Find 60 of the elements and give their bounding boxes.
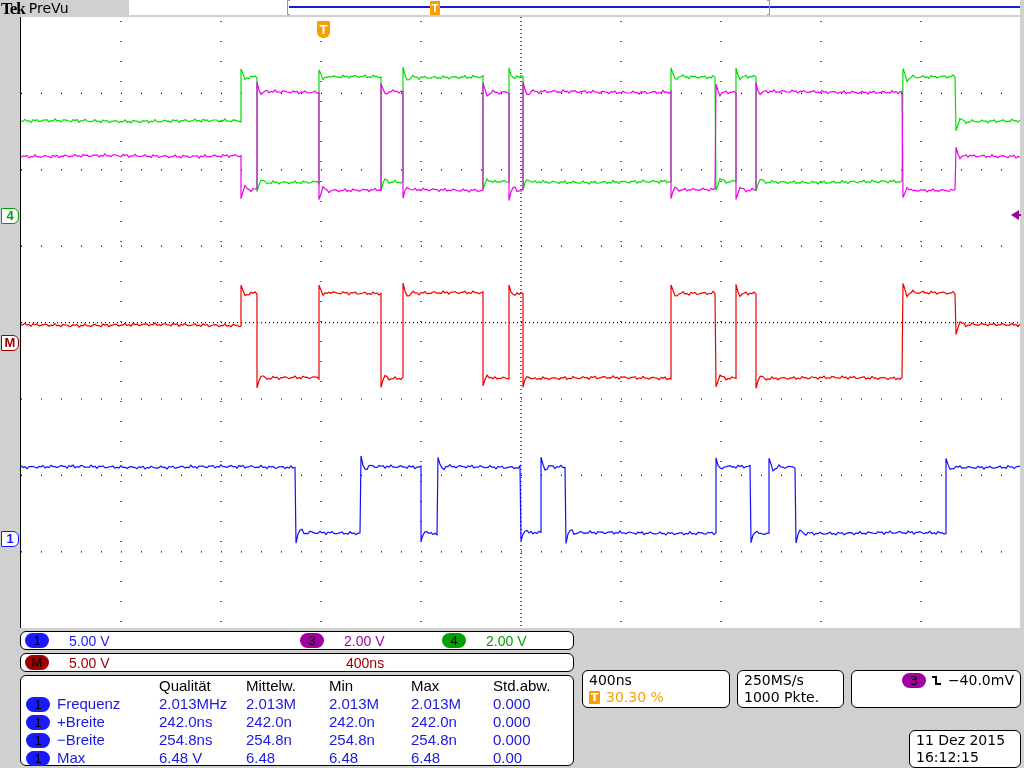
column-header: Min xyxy=(329,677,355,695)
column-header: Max xyxy=(411,677,441,695)
column-header: Mittelw. xyxy=(246,677,297,695)
falling-edge-icon xyxy=(931,675,942,686)
measurement-name: +Breite xyxy=(57,713,106,731)
trigger-source-badge: 3 xyxy=(901,673,926,688)
channel-scale: 2.00 V xyxy=(344,632,385,649)
math-scale: 5.00 V xyxy=(69,654,110,671)
column-header: Qualität xyxy=(159,677,212,695)
trigger-position: 30.30 % xyxy=(606,689,664,706)
brand-label: Tek xyxy=(1,0,25,17)
channel-badge: 1 xyxy=(26,732,50,748)
channel-scale: 5.00 V xyxy=(69,632,110,649)
table-cell-text: 0.000 xyxy=(493,695,532,713)
table-cell-text: 2.013M xyxy=(329,695,381,713)
time-label: 16:12:15 xyxy=(916,749,980,766)
channel-badge: 1 xyxy=(25,633,49,648)
column-header: Std.abw. xyxy=(493,677,552,695)
table-cell-text: 6.48 xyxy=(411,749,442,767)
table-cell-text: 2.013M xyxy=(246,695,298,713)
trigger-level: −40.0mV xyxy=(947,672,1014,689)
channel-badge: 1 xyxy=(26,696,50,712)
table-cell-text: 254.8n xyxy=(329,731,376,749)
table-cell-text: 0.000 xyxy=(493,713,532,731)
measurement-name: Frequenz xyxy=(57,695,122,713)
measurement-name: Max xyxy=(57,749,87,767)
table-cell-text: 0.000 xyxy=(493,731,532,749)
trigger-icon: T xyxy=(589,691,600,704)
trigger-marker: T xyxy=(317,21,330,38)
table-cell-text: 0.00 xyxy=(493,749,524,767)
record-length: 1000 Pkte. xyxy=(744,689,821,706)
sample-rate: 250MS/s xyxy=(744,672,805,689)
measurement-name: −Breite xyxy=(57,731,106,749)
mode-label: PreVu xyxy=(28,0,70,17)
math-badge: M xyxy=(25,655,49,670)
channel-scale: 2.00 V xyxy=(486,632,527,649)
table-cell-text: 254.8n xyxy=(246,731,293,749)
table-cell-text: 254.8n xyxy=(411,731,458,749)
table-cell-text: 2.013M xyxy=(411,695,463,713)
channel-badge: 1 xyxy=(26,714,50,730)
table-cell-text: 254.8ns xyxy=(159,731,214,749)
table-cell-text: 6.48 xyxy=(329,749,360,767)
channel-marker: 1 xyxy=(1,531,19,547)
table-cell-text: 242.0n xyxy=(246,713,293,731)
table-cell-text: 242.0ns xyxy=(159,713,214,731)
ground-marker-icon xyxy=(1011,210,1021,220)
trigger-position-marker: T xyxy=(429,1,440,15)
table-cell-text: 2.013MHz xyxy=(159,695,229,713)
date-label: 11 Dez 2015 xyxy=(916,732,1007,749)
table-cell-text: 242.0n xyxy=(411,713,458,731)
math-timebase: 400ns xyxy=(346,654,385,671)
table-cell-text: 242.0n xyxy=(329,713,376,731)
channel-marker: M xyxy=(1,335,19,351)
table-cell-text: 6.48 xyxy=(246,749,277,767)
horizontal-scale: 400ns xyxy=(589,672,633,689)
channel-badge: 3 xyxy=(300,633,324,648)
table-cell-text: 6.48 V xyxy=(159,749,204,767)
channel-badge: 1 xyxy=(26,750,50,766)
channel-badge: 4 xyxy=(442,633,466,648)
channel-marker: 4 xyxy=(1,208,19,224)
